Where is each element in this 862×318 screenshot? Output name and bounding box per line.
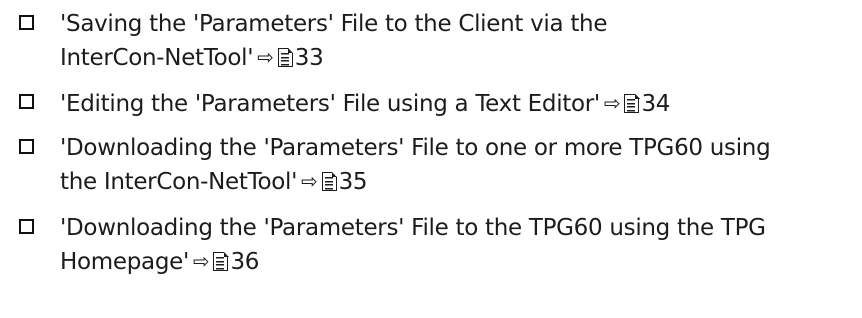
arrow-right-icon: ⇨ bbox=[603, 91, 621, 115]
item-line: Homepage' ⇨ 36 bbox=[60, 245, 854, 279]
page-reference[interactable]: ⇨ 35 bbox=[297, 169, 367, 195]
page-reference[interactable]: ⇨ 36 bbox=[189, 249, 259, 275]
page-reference[interactable]: ⇨ 34 bbox=[600, 91, 670, 117]
page-number: 34 bbox=[641, 91, 671, 117]
checkbox-icon[interactable] bbox=[19, 94, 34, 109]
page-number: 35 bbox=[338, 169, 368, 195]
item-line: InterCon-NetTool' ⇨ 33 bbox=[60, 41, 854, 75]
checkbox-icon[interactable] bbox=[19, 219, 34, 234]
item-line: 'Saving the 'Parameters' File to the Cli… bbox=[60, 11, 608, 37]
page-icon bbox=[624, 93, 640, 113]
arrow-right-icon: ⇨ bbox=[193, 249, 210, 273]
page-reference[interactable]: ⇨ 33 bbox=[253, 45, 323, 71]
checkbox-icon[interactable] bbox=[19, 15, 34, 30]
item-line-text: InterCon-NetTool' bbox=[60, 45, 254, 71]
item-line: 'Editing the 'Parameters' File using a T… bbox=[60, 87, 854, 121]
item-line-text: Homepage' bbox=[60, 249, 189, 275]
item-line: the InterCon-NetTool' ⇨ 35 bbox=[60, 165, 854, 199]
page-number: 33 bbox=[294, 45, 324, 71]
arrow-right-icon: ⇨ bbox=[257, 45, 274, 69]
page-number: 36 bbox=[230, 249, 260, 275]
item-line-text: the InterCon-NetTool' bbox=[60, 169, 298, 195]
page-icon bbox=[213, 251, 229, 271]
checkbox-icon[interactable] bbox=[19, 139, 34, 154]
arrow-right-icon: ⇨ bbox=[301, 169, 318, 193]
page-icon bbox=[277, 47, 294, 67]
item-line-text: 'Editing the 'Parameters' File using a T… bbox=[60, 91, 600, 117]
item-line: 'Downloading the 'Parameters' File to th… bbox=[60, 215, 766, 241]
page-icon bbox=[321, 171, 338, 191]
bullet-list: 'Saving the 'Parameters' File to the Cli… bbox=[0, 0, 862, 318]
item-line: 'Downloading the 'Parameters' File to on… bbox=[60, 135, 771, 161]
